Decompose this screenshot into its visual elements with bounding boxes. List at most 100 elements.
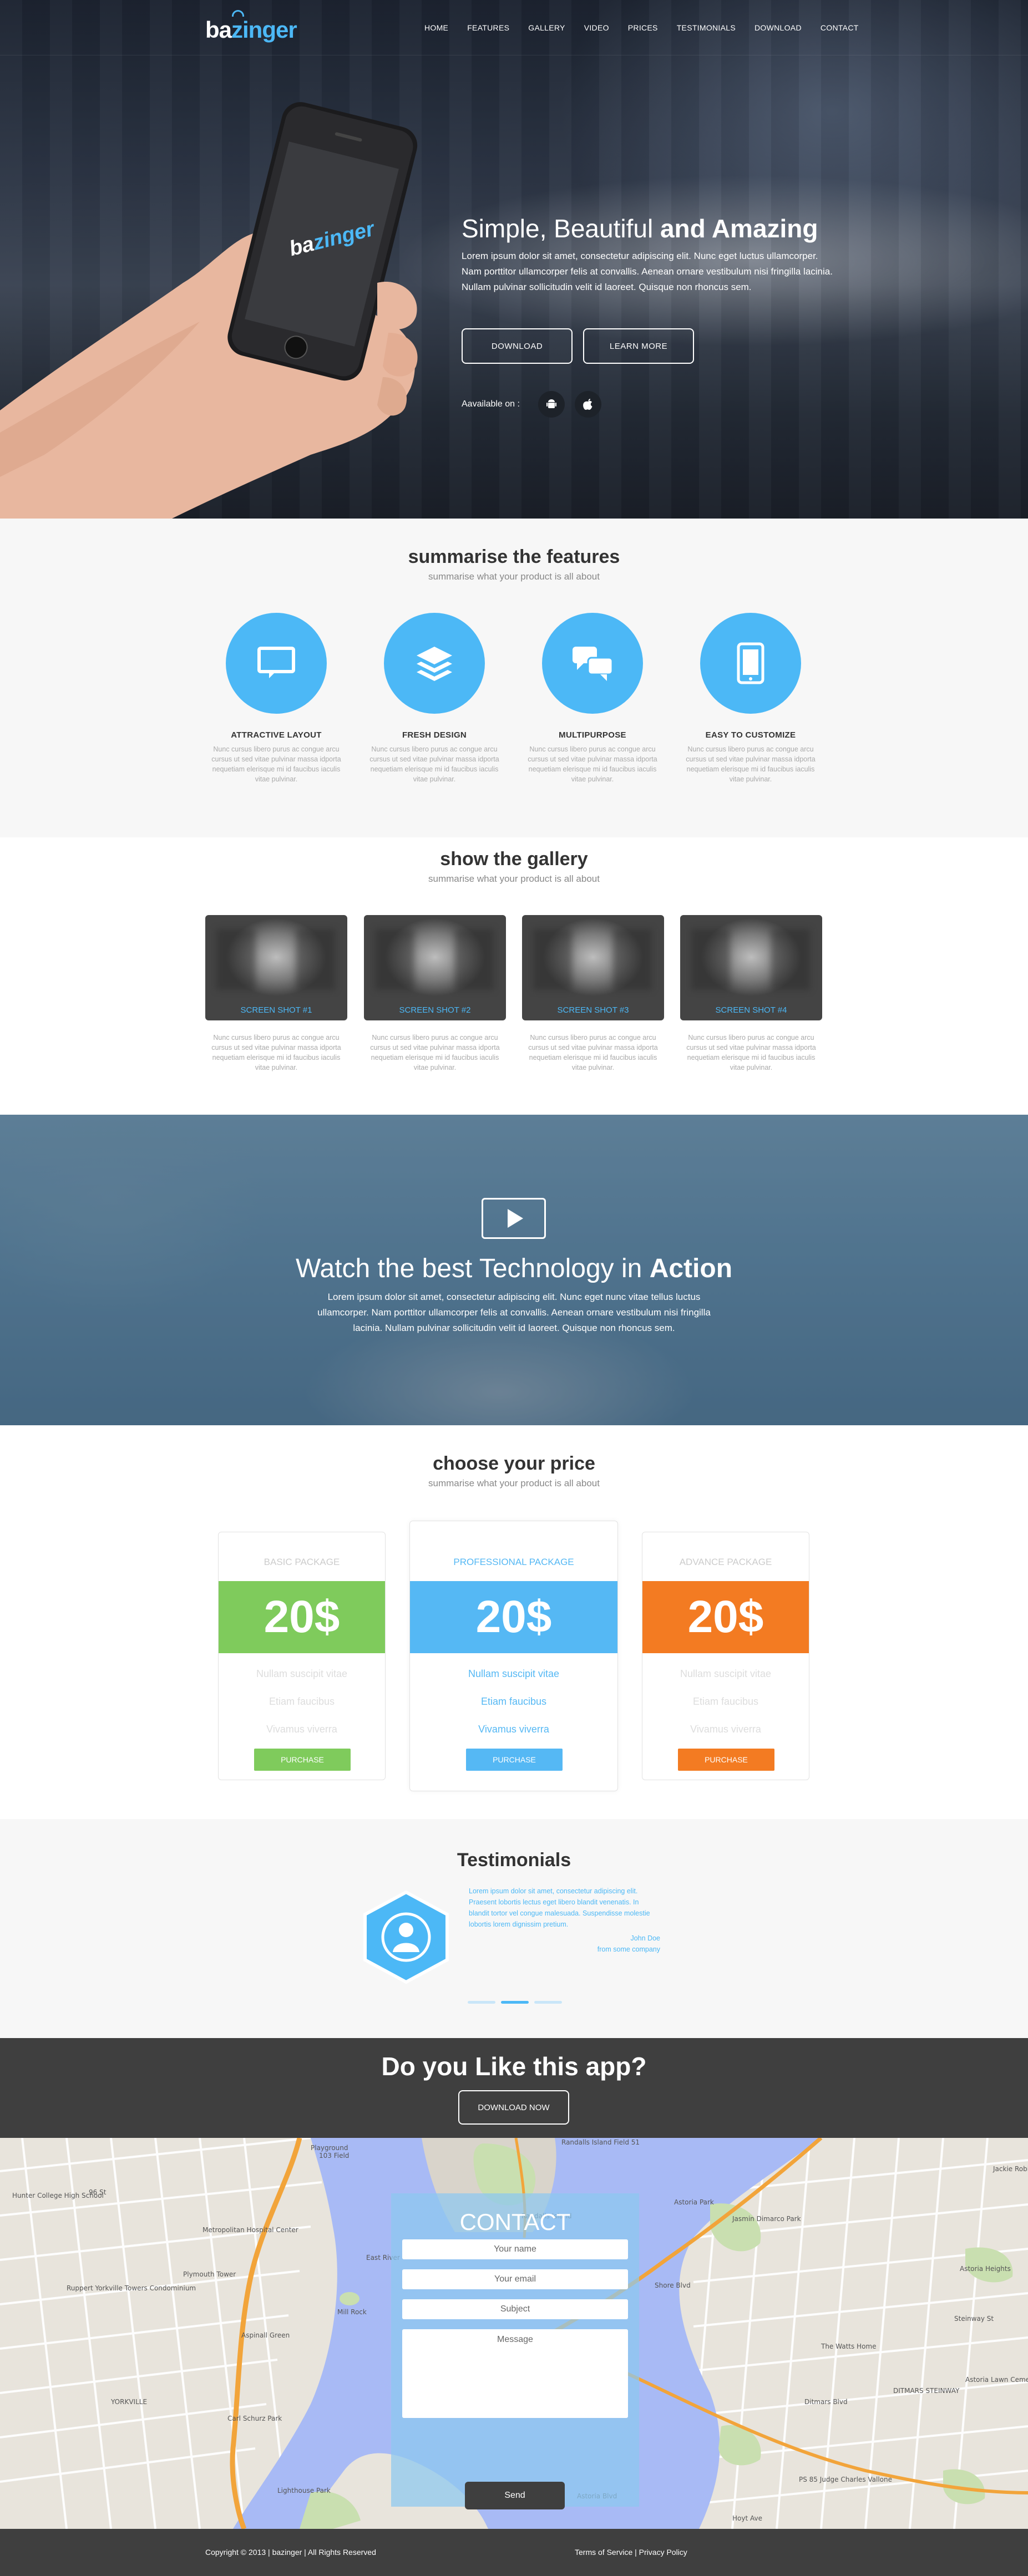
gallery-title: show the gallery — [440, 848, 588, 870]
purchase-button[interactable]: PURCHASE — [254, 1749, 351, 1771]
map-label: Astoria Park — [674, 2198, 714, 2206]
map-label: Jackie Robinson Park — [992, 2165, 1028, 2173]
apple-icon[interactable] — [575, 391, 601, 418]
gallery-item[interactable]: SCREEN SHOT #3 Nunc cursus libero purus … — [522, 915, 664, 1073]
subject-field[interactable] — [402, 2299, 628, 2319]
map-label: Astoria Lawn Cemetery — [965, 2376, 1028, 2384]
screenshot-thumbnail[interactable]: SCREEN SHOT #2 — [364, 915, 506, 1020]
testimonial-quote: Lorem ipsum dolor sit amet, consectetur … — [469, 1887, 650, 1928]
plan-name: BASIC PACKAGE — [264, 1557, 340, 1567]
plan-price: 20$ — [219, 1581, 385, 1653]
feature-text: Nunc cursus libero purus ac congue arcu … — [369, 745, 499, 783]
pricing-title: choose your price — [433, 1453, 595, 1474]
features-title: summarise the features — [408, 546, 620, 567]
plan-feature: Etiam faucibus — [692, 1696, 759, 1707]
features-subtitle: summarise what your product is all about — [428, 571, 600, 582]
map-label: Carl Schurz Park — [227, 2415, 282, 2422]
map-label: Randalls Island Field 51 — [561, 2138, 640, 2146]
cta-title: Do you Like this app? — [381, 2052, 647, 2081]
screenshot-thumbnail[interactable]: SCREEN SHOT #4 — [680, 915, 822, 1020]
email-field[interactable] — [402, 2269, 628, 2289]
nav-video[interactable]: VIDEO — [584, 23, 609, 32]
screenshot-caption: SCREEN SHOT #3 — [557, 1005, 629, 1015]
feature-text: Nunc cursus libero purus ac congue arcu … — [211, 745, 341, 783]
plan-name: ADVANCE PACKAGE — [679, 1557, 772, 1567]
brand-logo[interactable]: bazinger — [205, 17, 297, 43]
screenshot-caption: SCREEN SHOT #2 — [399, 1005, 471, 1015]
contact-form: CONTACT Send — [391, 2193, 639, 2509]
play-icon[interactable] — [482, 1198, 546, 1239]
feature-label: FRESH DESIGN — [402, 730, 467, 740]
nav-home[interactable]: HOME — [424, 23, 448, 32]
screenshot-caption: SCREEN SHOT #1 — [240, 1005, 312, 1015]
hand-holding-phone-image — [0, 102, 418, 519]
tablet-icon — [700, 613, 801, 714]
conversation-icon — [542, 613, 643, 714]
carousel-dot[interactable] — [534, 2001, 562, 2004]
name-field[interactable] — [402, 2239, 628, 2259]
screenshot-caption: SCREEN SHOT #4 — [715, 1005, 787, 1015]
user-avatar-icon — [363, 1890, 449, 1984]
carousel-dots — [468, 2001, 562, 2004]
screenshot-text: Nunc cursus libero purus ac congue arcu … — [211, 1034, 341, 1071]
map-label: Aspinall Green — [241, 2331, 290, 2339]
map-label: Shore Blvd — [655, 2282, 691, 2289]
nav-prices[interactable]: PRICES — [628, 23, 658, 32]
android-icon[interactable] — [538, 391, 565, 418]
map-label: 96 St — [89, 2188, 107, 2196]
download-button[interactable]: DOWNLOAD — [462, 328, 573, 364]
pricing-section: choose your price summarise what your pr… — [0, 1425, 1028, 1819]
testimonials-title: Testimonials — [457, 1850, 571, 1871]
gallery-item[interactable]: SCREEN SHOT #1 Nunc cursus libero purus … — [205, 915, 347, 1073]
message-field[interactable] — [402, 2329, 628, 2418]
screenshot-thumbnail[interactable]: SCREEN SHOT #1 — [205, 915, 347, 1020]
pricing-card-professional: PROFESSIONAL PACKAGE 20$ Nullam suscipit… — [409, 1521, 618, 1791]
purchase-button[interactable]: PURCHASE — [466, 1749, 563, 1771]
plan-price: 20$ — [410, 1581, 617, 1653]
top-nav: bazinger HOME FEATURES GALLERY VIDEO PRI… — [0, 0, 1028, 55]
carousel-dot[interactable] — [468, 2001, 495, 2004]
contact-section: Playground 103 Field Randalls Island Fie… — [0, 2138, 1028, 2529]
screenshot-thumbnail[interactable]: SCREEN SHOT #3 — [522, 915, 664, 1020]
nav-contact[interactable]: CONTACT — [821, 23, 859, 32]
purchase-button[interactable]: PURCHASE — [678, 1749, 774, 1771]
map-label: Playground — [311, 2144, 348, 2152]
nav-testimonials[interactable]: TESTIMONIALS — [677, 23, 736, 32]
feature-label: MULTIPURPOSE — [559, 730, 626, 740]
pricing-card-basic: BASIC PACKAGE 20$ Nullam suscipit vitae … — [218, 1532, 386, 1780]
cta-section: Do you Like this app? DOWNLOAD NOW — [0, 2038, 1028, 2138]
carousel-dot-active[interactable] — [501, 2001, 529, 2004]
map-label: DITMARS STEINWAY — [893, 2387, 960, 2395]
hero-description: Lorem ipsum dolor sit amet, consectetur … — [462, 251, 833, 292]
contact-title: CONTACT — [459, 2209, 571, 2235]
plan-feature: Vivamus viverra — [478, 1724, 549, 1735]
plan-price: 20$ — [642, 1581, 809, 1653]
testimonials-section: Testimonials Lorem ipsum dolor sit amet,… — [0, 1819, 1028, 2038]
map-label: 103 Field — [319, 2152, 349, 2160]
testimonial-author: John Doe from some company — [597, 1934, 660, 1953]
plan-feature: Vivamus viverra — [690, 1724, 761, 1735]
gallery-item[interactable]: SCREEN SHOT #4 Nunc cursus libero purus … — [680, 915, 822, 1073]
nav-gallery[interactable]: GALLERY — [528, 23, 565, 32]
feature-card: EASY TO CUSTOMIZE Nunc cursus libero pur… — [684, 613, 817, 784]
nav-download[interactable]: DOWNLOAD — [754, 23, 802, 32]
footer-links: Terms of Service | Privacy Policy — [575, 2548, 687, 2557]
nav-features[interactable]: FEATURES — [467, 23, 509, 32]
main-menu: HOME FEATURES GALLERY VIDEO PRICES TESTI… — [424, 23, 878, 32]
features-section: summarise the features summarise what yo… — [0, 519, 1028, 837]
layers-icon — [384, 613, 485, 714]
map-label: Lighthouse Park — [277, 2487, 331, 2494]
map-label: Hoyt Ave — [732, 2514, 762, 2522]
screenshot-text: Nunc cursus libero purus ac congue arcu … — [370, 1034, 500, 1071]
privacy-link[interactable]: Privacy Policy — [639, 2548, 687, 2557]
terms-link[interactable]: Terms of Service — [575, 2548, 632, 2557]
gallery-item[interactable]: SCREEN SHOT #2 Nunc cursus libero purus … — [364, 915, 506, 1073]
hero-section: bazinger HOME FEATURES GALLERY VIDEO PRI… — [0, 0, 1028, 519]
download-now-button[interactable]: DOWNLOAD NOW — [458, 2090, 569, 2125]
learn-more-button[interactable]: LEARN MORE — [583, 328, 694, 364]
map-label: Astoria Heights — [960, 2265, 1011, 2273]
send-button[interactable]: Send — [465, 2482, 565, 2509]
pricing-subtitle: summarise what your product is all about — [428, 1478, 600, 1488]
gallery-subtitle: summarise what your product is all about — [428, 873, 600, 884]
gallery-section: show the gallery summarise what your pro… — [0, 837, 1028, 1115]
